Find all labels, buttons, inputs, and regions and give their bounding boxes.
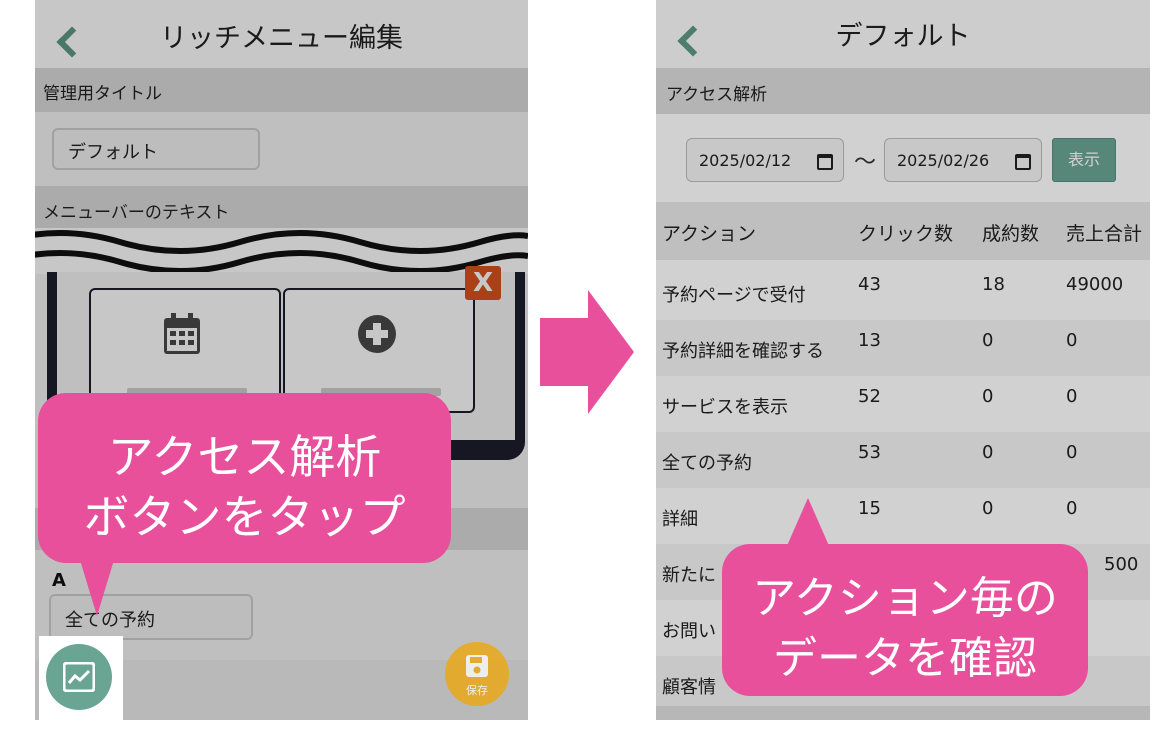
save-button[interactable]: 保存 — [445, 642, 509, 706]
callout-right: アクション毎の データを確認 — [722, 544, 1088, 696]
flow-arrow-body — [540, 318, 590, 386]
callout-right-line1: アクション毎の — [752, 573, 1058, 624]
callout-left-line1: アクセス解析 — [107, 430, 382, 484]
analytics-button[interactable] — [46, 644, 112, 710]
floppy-icon — [466, 655, 488, 677]
callout-right-pointer — [786, 498, 830, 548]
callout-left-pointer — [80, 560, 114, 616]
callout-right-line2: データを確認 — [773, 633, 1037, 684]
callout-left: アクセス解析 ボタンをタップ — [38, 393, 451, 563]
save-label: 保存 — [466, 684, 488, 697]
flow-arrow-icon — [588, 290, 634, 414]
chart-line-icon — [63, 662, 95, 692]
callout-left-line2: ボタンをタップ — [83, 490, 406, 544]
